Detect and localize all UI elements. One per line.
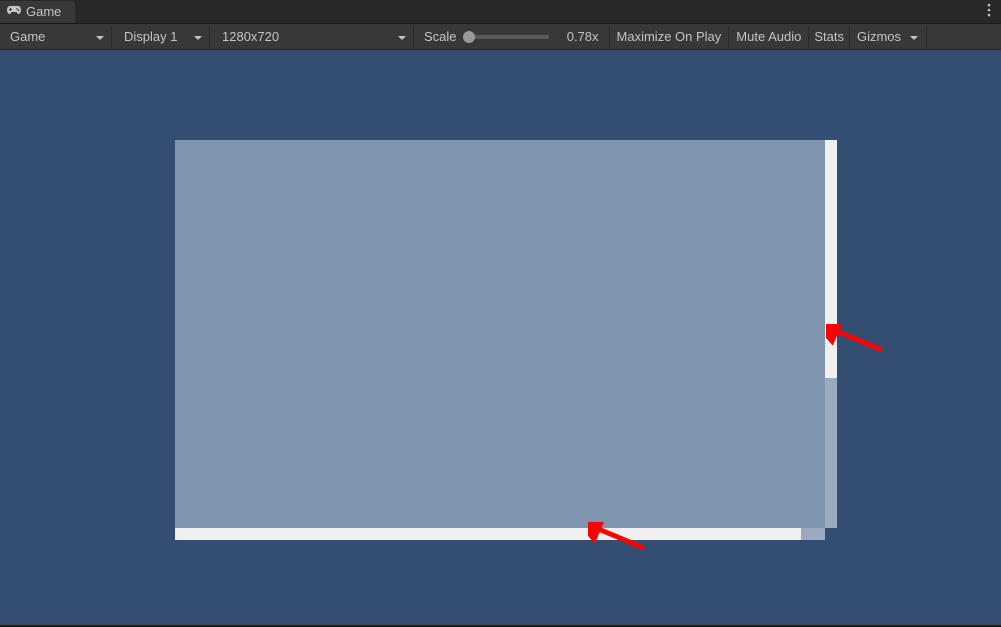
stats-label: Stats [814, 29, 844, 44]
chevron-down-icon [185, 29, 203, 44]
horizontal-scrollbar[interactable] [175, 528, 813, 540]
game-controller-icon [6, 4, 22, 19]
chevron-down-icon [909, 29, 919, 44]
vertical-scrollbar-handle[interactable] [825, 378, 837, 528]
view-mode-value: Game [10, 29, 45, 44]
maximize-label: Maximize On Play [617, 29, 722, 44]
view-mode-dropdown[interactable]: Game [2, 26, 112, 48]
tab-game[interactable]: Game [0, 1, 75, 23]
horizontal-scrollbar-handle[interactable] [801, 528, 825, 540]
chevron-down-icon [389, 29, 407, 44]
resolution-dropdown[interactable]: 1280x720 [214, 26, 414, 48]
tab-label: Game [26, 4, 61, 19]
mute-audio-toggle[interactable]: Mute Audio [729, 26, 809, 48]
chevron-down-icon [87, 29, 105, 44]
scale-slider[interactable] [463, 35, 549, 39]
game-viewport [0, 50, 1001, 625]
maximize-on-play-toggle[interactable]: Maximize On Play [610, 26, 730, 48]
game-ui-panel [175, 140, 825, 528]
vertical-scrollbar[interactable] [825, 140, 837, 518]
gizmos-label: Gizmos [857, 29, 901, 44]
tab-context-menu[interactable] [983, 0, 995, 23]
gizmos-dropdown[interactable]: Gizmos [850, 26, 927, 48]
display-dropdown[interactable]: Display 1 [116, 26, 210, 48]
vertical-dots-icon [987, 3, 991, 20]
stats-toggle[interactable]: Stats [809, 26, 850, 48]
mute-label: Mute Audio [736, 29, 801, 44]
scale-label: Scale [416, 29, 463, 44]
scale-value: 0.78x [559, 29, 599, 44]
display-value: Display 1 [124, 29, 177, 44]
scale-slider-thumb[interactable] [463, 31, 475, 43]
resolution-value: 1280x720 [222, 29, 279, 44]
